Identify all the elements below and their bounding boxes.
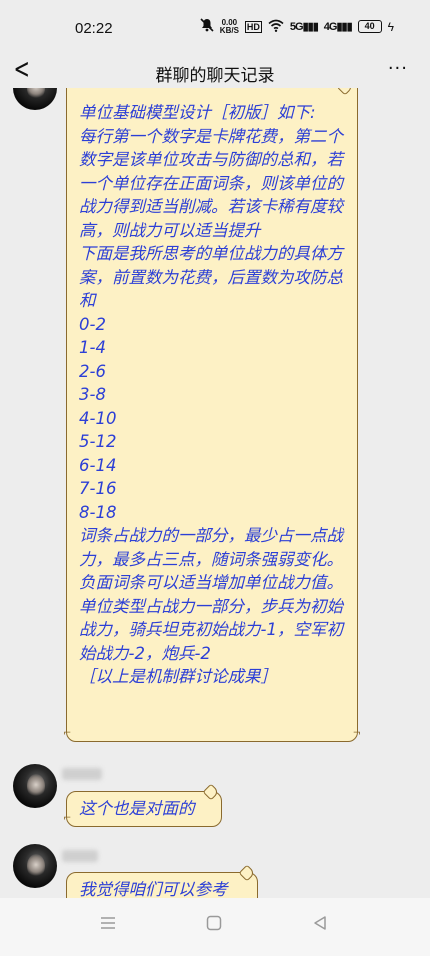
mute-icon [200,18,214,35]
message-text: 我觉得咱们可以参考 [79,880,228,898]
avatar[interactable] [13,844,57,888]
bubble-ear-decoration [238,864,256,882]
bubble-corner-decoration: ⌐ [63,727,72,739]
page-title: 群聊的聊天记录 [155,66,275,86]
chat-header: < 群聊的聊天记录 ··· [0,52,430,88]
message-bubble[interactable]: 这个也是对面的 ⌐ [63,783,222,827]
ellipsis-icon[interactable]: ··· [388,58,408,79]
menu-icon[interactable] [100,912,116,936]
bubble-ear-decoration [336,88,354,96]
bubble-ear-decoration [202,783,220,801]
charging-icon: ϟ [387,19,394,34]
wifi-icon [268,19,284,35]
system-nav-bar [0,898,430,956]
sender-name-redacted [62,850,98,862]
net-speed: 0.00 KB/S [219,17,239,35]
avatar[interactable] [13,764,57,808]
message-bubble[interactable]: 我觉得咱们可以参考 [66,864,258,898]
message-text: 这个也是对面的 [79,799,195,818]
sender-name-redacted [62,768,102,780]
chat-history[interactable]: 单位基础模型设计［初版］如下: 每行第一个数字是卡牌花费，第二个数字是该单位攻击… [0,88,430,898]
home-icon[interactable] [206,912,222,936]
avatar[interactable] [13,88,57,110]
bubble-corner-decoration: ⌐ [63,812,72,824]
signal-4g: 4G▮▮▮ [323,21,353,33]
back-triangle-icon[interactable] [312,912,328,936]
message-bubble[interactable]: 单位基础模型设计［初版］如下: 每行第一个数字是卡牌花费，第二个数字是该单位攻击… [63,88,361,742]
status-time: 02:22 [75,20,113,37]
hd-badge: HD [244,20,262,33]
status-icons: 0.00 KB/S HD 5G▮▮▮ 4G▮▮▮ 40 ϟ [200,18,394,35]
bubble-corner-decoration: ¬ [352,727,361,739]
signal-5g: 5G▮▮▮ [289,21,319,33]
message-text: 单位基础模型设计［初版］如下: 每行第一个数字是卡牌花费，第二个数字是该单位攻击… [79,103,343,686]
status-bar: 02:22 0.00 KB/S HD 5G▮▮▮ 4G▮▮▮ 40 ϟ [0,0,430,58]
battery-icon: 40 [357,20,382,33]
